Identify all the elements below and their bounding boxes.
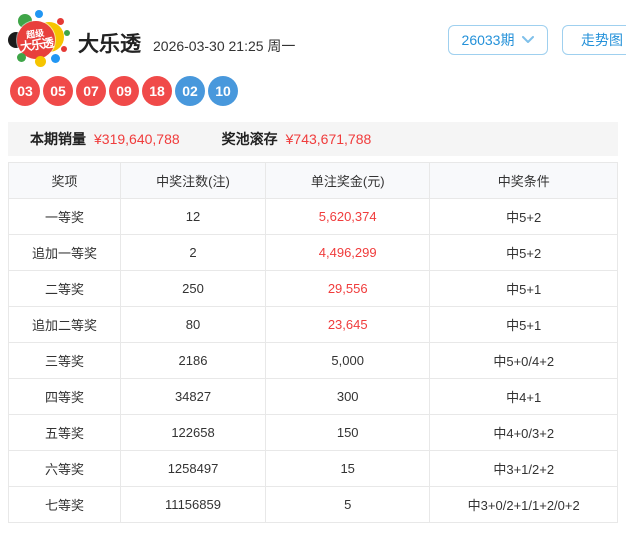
logo-text-line2: 大乐透 — [19, 35, 54, 54]
prize-condition: 中5+2 — [429, 234, 618, 271]
prize-name: 二等奖 — [7, 270, 122, 307]
prize-count: 2 — [120, 234, 266, 271]
chevron-down-icon — [522, 36, 535, 43]
sales-label: 本期销量 — [30, 131, 86, 147]
trend-chart-label: 走势图 — [581, 32, 623, 48]
prize-amount: 300 — [264, 378, 431, 415]
front-ball: 09 — [109, 76, 139, 106]
title-area: 大乐透 2026-03-30 21:25 周一 — [78, 28, 295, 58]
prize-name: 四等奖 — [7, 378, 122, 415]
header-buttons: 26033期 走势图 — [448, 25, 626, 55]
issue-select-label: 26033期 — [461, 32, 515, 48]
draw-datetime: 2026-03-30 21:25 周一 — [153, 38, 296, 54]
prize-amount: 29,556 — [264, 270, 431, 307]
logo-dot — [51, 54, 60, 63]
prize-condition: 中5+0/4+2 — [429, 342, 618, 379]
trend-chart-button[interactable]: 走势图 — [562, 25, 626, 55]
prize-condition: 中4+0/3+2 — [429, 414, 618, 451]
issue-select-dropdown[interactable]: 26033期 — [448, 25, 548, 55]
prize-name: 三等奖 — [7, 342, 122, 379]
table-row: 追加二等奖 80 23,645 中5+1 — [7, 306, 618, 343]
table-row: 七等奖 11156859 5 中3+0/2+1/1+2/0+2 — [7, 486, 618, 523]
table-header-row: 奖项 中奖注数(注) 单注奖金(元) 中奖条件 — [7, 162, 618, 199]
prize-condition: 中5+1 — [429, 270, 618, 307]
table-row: 五等奖 122658 150 中4+0/3+2 — [7, 414, 618, 451]
prize-amount: 5,620,374 — [264, 198, 431, 235]
prize-table: 奖项 中奖注数(注) 单注奖金(元) 中奖条件 一等奖 12 5,620,374… — [7, 162, 618, 523]
logo-dot — [35, 56, 46, 67]
prize-name: 七等奖 — [7, 486, 122, 523]
table-row: 四等奖 34827 300 中4+1 — [7, 378, 618, 415]
prize-condition: 中5+2 — [429, 198, 618, 235]
back-ball: 02 — [175, 76, 205, 106]
table-row: 三等奖 2186 5,000 中5+0/4+2 — [7, 342, 618, 379]
table-row: 一等奖 12 5,620,374 中5+2 — [7, 198, 618, 235]
page-title: 大乐透 — [78, 33, 141, 56]
prize-amount: 15 — [264, 450, 431, 487]
logo-dot — [35, 10, 43, 18]
prize-condition: 中4+1 — [429, 378, 618, 415]
prize-condition: 中3+1/2+2 — [429, 450, 618, 487]
prize-condition: 中3+0/2+1/1+2/0+2 — [429, 486, 618, 523]
front-ball: 03 — [10, 76, 40, 106]
prize-amount: 5,000 — [264, 342, 431, 379]
prize-count: 12 — [120, 198, 266, 235]
super-lotto-logo: 超级 大乐透 — [8, 10, 70, 68]
prize-count: 122658 — [120, 414, 266, 451]
logo-dot — [57, 18, 64, 25]
logo-dot — [61, 46, 67, 52]
prize-amount: 5 — [264, 486, 431, 523]
prize-name: 追加二等奖 — [7, 306, 122, 343]
prize-count: 2186 — [120, 342, 266, 379]
prize-count: 34827 — [120, 378, 266, 415]
sales-info-bar: 本期销量 ¥319,640,788 奖池滚存 ¥743,671,788 — [8, 122, 618, 156]
sales-value: ¥319,640,788 — [94, 131, 180, 147]
back-ball: 10 — [208, 76, 238, 106]
col-header-count: 中奖注数(注) — [120, 162, 266, 199]
prize-name: 一等奖 — [7, 198, 122, 235]
prize-count: 1258497 — [120, 450, 266, 487]
col-header-prize: 奖项 — [7, 162, 122, 199]
lottery-result-page: 超级 大乐透 大乐透 2026-03-30 21:25 周一 26033期 走势… — [0, 0, 626, 535]
prize-name: 六等奖 — [7, 450, 122, 487]
drawn-numbers: 03 05 07 09 18 02 10 — [10, 76, 241, 106]
col-header-amount: 单注奖金(元) — [264, 162, 431, 199]
prize-amount: 4,496,299 — [264, 234, 431, 271]
front-ball: 05 — [43, 76, 73, 106]
prize-count: 250 — [120, 270, 266, 307]
front-ball: 18 — [142, 76, 172, 106]
logo-dot — [17, 53, 26, 62]
jackpot-label: 奖池滚存 — [221, 131, 278, 147]
prize-amount: 150 — [264, 414, 431, 451]
prize-amount: 23,645 — [264, 306, 431, 343]
prize-condition: 中5+1 — [429, 306, 618, 343]
logo-dot — [64, 30, 70, 36]
col-header-condition: 中奖条件 — [429, 162, 618, 199]
table-row: 六等奖 1258497 15 中3+1/2+2 — [7, 450, 618, 487]
table-row: 追加一等奖 2 4,496,299 中5+2 — [7, 234, 618, 271]
front-ball: 07 — [76, 76, 106, 106]
header: 超级 大乐透 大乐透 2026-03-30 21:25 周一 26033期 走势… — [0, 0, 626, 70]
prize-count: 11156859 — [120, 486, 266, 523]
prize-name: 五等奖 — [7, 414, 122, 451]
jackpot-value: ¥743,671,788 — [285, 131, 372, 147]
prize-name: 追加一等奖 — [7, 234, 122, 271]
prize-count: 80 — [120, 306, 266, 343]
table-row: 二等奖 250 29,556 中5+1 — [7, 270, 618, 307]
